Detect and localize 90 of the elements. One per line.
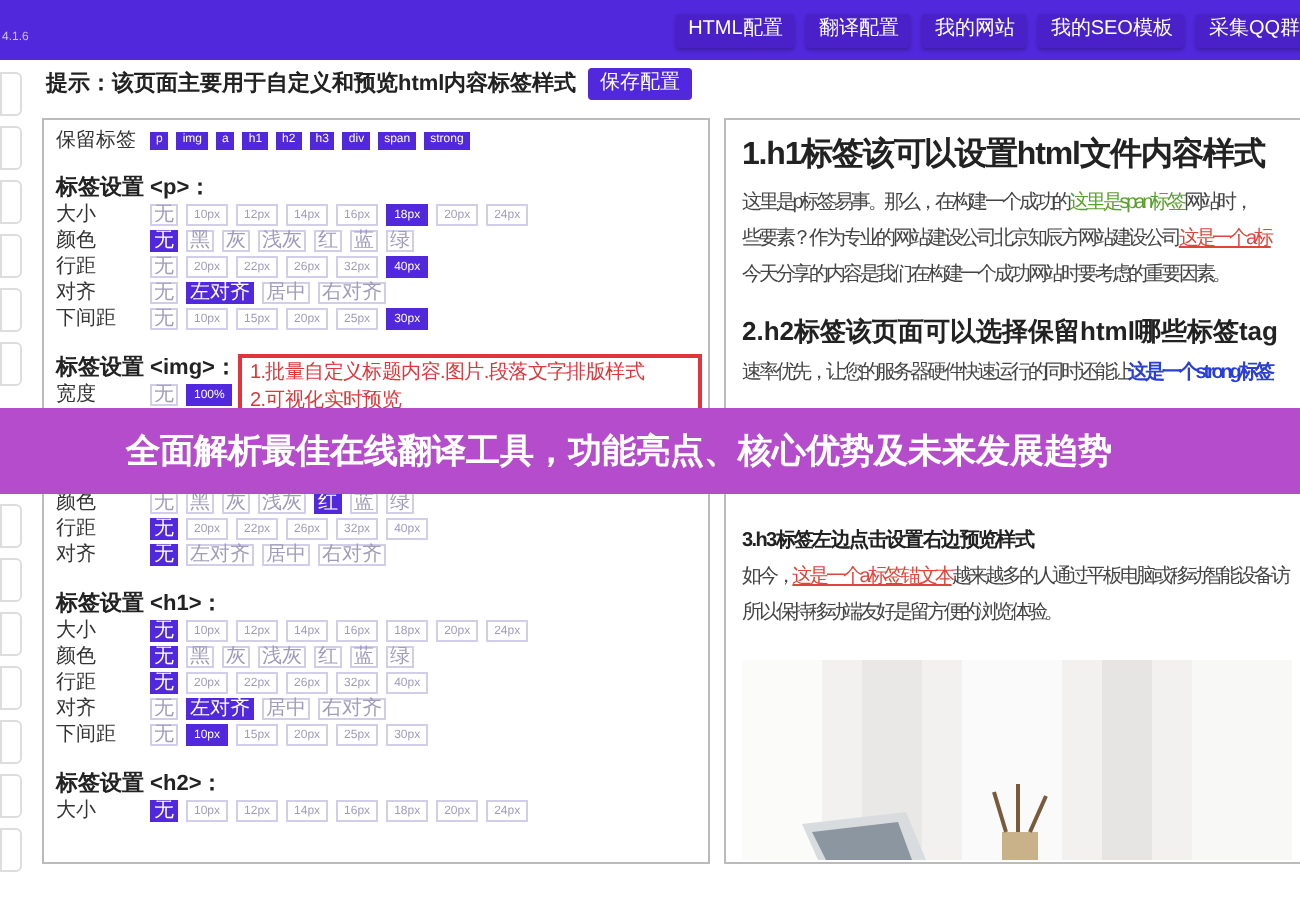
option-button[interactable]: 黑: [186, 646, 214, 668]
link[interactable]: 这是一个a标: [1178, 228, 1271, 250]
option-button[interactable]: 居中: [262, 698, 310, 720]
row-label: 行距: [56, 257, 98, 277]
option-button[interactable]: 黑: [186, 230, 214, 252]
heading: 1.h1标签该可以设置html文件内容样式: [742, 136, 1265, 176]
section-title: 标签设置 <img>：: [56, 354, 237, 382]
option-button[interactable]: 无: [150, 620, 178, 642]
paragraph-text: 速率优先，让您的服务器硬件快速运行的同时还能让这是一个strong标签: [742, 358, 1276, 388]
paragraph-text: 些要素？作为专业的网站建设公司北京知辰方网站建设公司这是一个a标: [742, 225, 1274, 254]
option-button[interactable]: 浅灰: [258, 230, 306, 252]
sidebar-tab[interactable]: [0, 342, 22, 386]
option-button[interactable]: 蓝: [350, 646, 378, 668]
heading: 3.h3标签左边点击设置右边预览样式: [742, 527, 1037, 556]
paragraph-text: 如今，这是一个a标签锚文本越来越多的人通过平板电脑或移动智能设备访: [742, 563, 1291, 592]
banner-title: 全面解析最佳在线翻译工具，功能亮点、核心优势及未来发展趋势: [126, 429, 1112, 474]
option-button[interactable]: 无: [150, 698, 178, 720]
nav-button[interactable]: 采集QQ群: [1196, 13, 1300, 47]
option-button[interactable]: 绿: [386, 230, 414, 252]
row-label: 对齐: [56, 545, 98, 565]
option-button[interactable]: 灰: [222, 230, 250, 252]
row-label: 大小: [56, 801, 98, 821]
option-button[interactable]: 无: [150, 518, 178, 540]
option-button[interactable]: 无: [150, 308, 178, 330]
row-label: 下间距: [56, 725, 118, 745]
annotation-text: 1.批量自定义标题内容.图片.段落文字排版样式: [250, 360, 644, 388]
option-button[interactable]: 左对齐: [186, 544, 254, 566]
sidebar-tab[interactable]: [0, 180, 22, 224]
option-button[interactable]: 绿: [386, 646, 414, 668]
option-button[interactable]: 无: [150, 646, 178, 668]
option-button[interactable]: 居中: [262, 544, 310, 566]
save-button[interactable]: 保存配置: [588, 68, 693, 100]
option-button[interactable]: 无: [150, 544, 178, 566]
row-label: 宽度: [56, 385, 98, 405]
option-button[interactable]: 无: [150, 800, 178, 822]
row-label: 颜色: [56, 231, 98, 251]
heading: 2.h2标签该页面可以选择保留html哪些标签tag: [742, 314, 1280, 350]
option-button[interactable]: 无: [150, 282, 178, 304]
option-button[interactable]: 浅灰: [258, 646, 306, 668]
row-label: 行距: [56, 673, 98, 693]
sidebar-tab[interactable]: [0, 234, 22, 278]
sidebar-tab[interactable]: [0, 720, 22, 764]
option-button[interactable]: 无: [150, 672, 178, 694]
option-button[interactable]: 无: [150, 384, 178, 406]
row-label: 大小: [56, 621, 98, 641]
section-title: 标签设置 <h1>：: [56, 590, 224, 618]
sidebar-tab[interactable]: [0, 666, 22, 710]
option-button[interactable]: 右对齐: [318, 698, 386, 720]
row-label: 行距: [56, 519, 98, 539]
sidebar-tab[interactable]: [0, 72, 22, 116]
link[interactable]: 这是一个a标签锚文本: [792, 566, 952, 588]
sidebar-tab[interactable]: [0, 774, 22, 818]
paragraph-text: 这里是p标签易事。那么，在构建一个成功的这里是span标签网站时，: [742, 189, 1253, 218]
option-button[interactable]: 无: [150, 724, 178, 746]
sidebar-tab[interactable]: [0, 126, 22, 170]
option-button[interactable]: 右对齐: [318, 282, 386, 304]
option-button[interactable]: 红: [314, 492, 342, 514]
sidebar-tab[interactable]: [0, 288, 22, 332]
nav-button[interactable]: 翻译配置: [806, 13, 911, 47]
section-title: 标签设置 <h2>：: [56, 770, 224, 798]
section-title: 标签设置 <p>：: [56, 174, 212, 202]
option-button[interactable]: 无: [150, 204, 178, 226]
row-label: 大小: [56, 205, 98, 225]
sidebar-tab[interactable]: [0, 558, 22, 602]
paragraph-text: 今天分享的内容是我们在构建一个成功网站时要考虑的重要因素。: [742, 261, 1232, 290]
option-button[interactable]: 左对齐: [186, 698, 254, 720]
row-label: 下间距: [56, 309, 118, 329]
option-button[interactable]: 红: [314, 646, 342, 668]
hint-text: 提示：该页面主要用于自定义和预览html内容标签样式: [46, 69, 577, 100]
sidebar-tab[interactable]: [0, 612, 22, 656]
option-button[interactable]: 右对齐: [318, 544, 386, 566]
nav-button[interactable]: 我的SEO模板: [1038, 13, 1185, 47]
sidebar-tab[interactable]: [0, 504, 22, 548]
row-label: 保留标签: [56, 127, 138, 155]
row-label: 颜色: [56, 647, 98, 667]
option-button[interactable]: 无: [150, 256, 178, 278]
nav-button[interactable]: 我的网站: [922, 13, 1027, 47]
sidebar-tab[interactable]: [0, 828, 22, 872]
option-button[interactable]: 蓝: [350, 230, 378, 252]
paragraph-text: 所以保持移动端友好是留方便的浏览体验。: [742, 599, 1064, 628]
row-label: 对齐: [56, 699, 98, 719]
option-button[interactable]: 红: [314, 230, 342, 252]
option-button[interactable]: 灰: [222, 492, 250, 514]
option-button[interactable]: 左对齐: [186, 282, 254, 304]
option-button[interactable]: 灰: [222, 646, 250, 668]
annotation-text: 2.可视化实时预览: [250, 388, 402, 416]
nav-button[interactable]: HTML配置: [676, 13, 795, 47]
row-label: 对齐: [56, 283, 98, 303]
option-button[interactable]: 居中: [262, 282, 310, 304]
option-button[interactable]: 无: [150, 230, 178, 252]
